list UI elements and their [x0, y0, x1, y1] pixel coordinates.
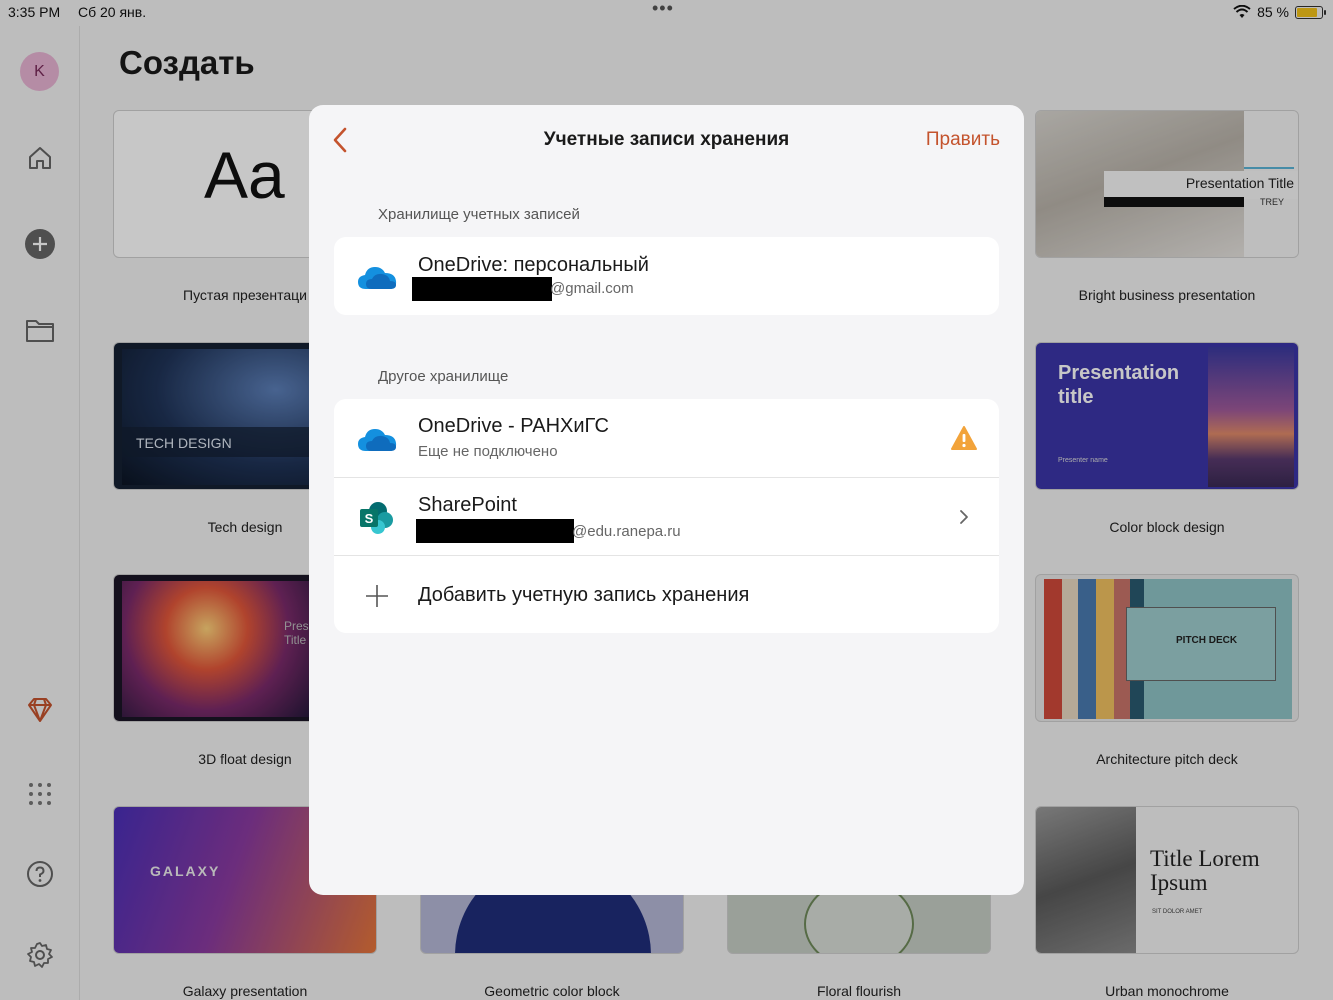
onedrive-cloud-icon	[356, 423, 398, 455]
add-storage-account-button[interactable]: Добавить учетную запись хранения	[334, 555, 999, 633]
modal-header: Учетные записи хранения Править	[309, 105, 1024, 175]
redacted-email	[416, 519, 574, 543]
section-label-accounts: Хранилище учетных записей	[378, 206, 580, 223]
storage-title: OneDrive - РАНХиГС	[418, 415, 609, 437]
other-storage-card: OneDrive - РАНХиГС Еще не подключено S S…	[334, 399, 999, 633]
add-storage-label: Добавить учетную запись хранения	[418, 584, 750, 606]
chevron-right-icon	[949, 502, 979, 532]
section-label-other: Другое хранилище	[378, 368, 509, 385]
onedrive-cloud-icon	[356, 261, 398, 293]
list-item-onedrive-ranepa[interactable]: OneDrive - РАНХиГС Еще не подключено	[334, 399, 999, 477]
account-title: OneDrive: персональный	[418, 254, 649, 276]
accounts-card: OneDrive: персональный @gmail.com	[334, 237, 999, 315]
redacted-email	[412, 277, 552, 301]
modal-title: Учетные записи хранения	[543, 129, 790, 150]
warning-icon	[949, 423, 979, 453]
list-item-onedrive-personal[interactable]: OneDrive: персональный @gmail.com	[334, 237, 999, 315]
plus-icon	[356, 580, 398, 612]
account-email-domain: @gmail.com	[550, 280, 634, 297]
storage-status: Еще не подключено	[418, 443, 558, 460]
sharepoint-icon: S	[356, 502, 398, 534]
storage-accounts-modal: Учетные записи хранения Править Хранилищ…	[309, 105, 1024, 895]
list-item-sharepoint[interactable]: S SharePoint @edu.ranepa.ru	[334, 477, 999, 555]
edit-button[interactable]: Править	[926, 129, 1000, 151]
storage-title: SharePoint	[418, 494, 517, 516]
storage-email-domain: @edu.ranepa.ru	[572, 523, 681, 540]
svg-text:S: S	[365, 511, 374, 526]
